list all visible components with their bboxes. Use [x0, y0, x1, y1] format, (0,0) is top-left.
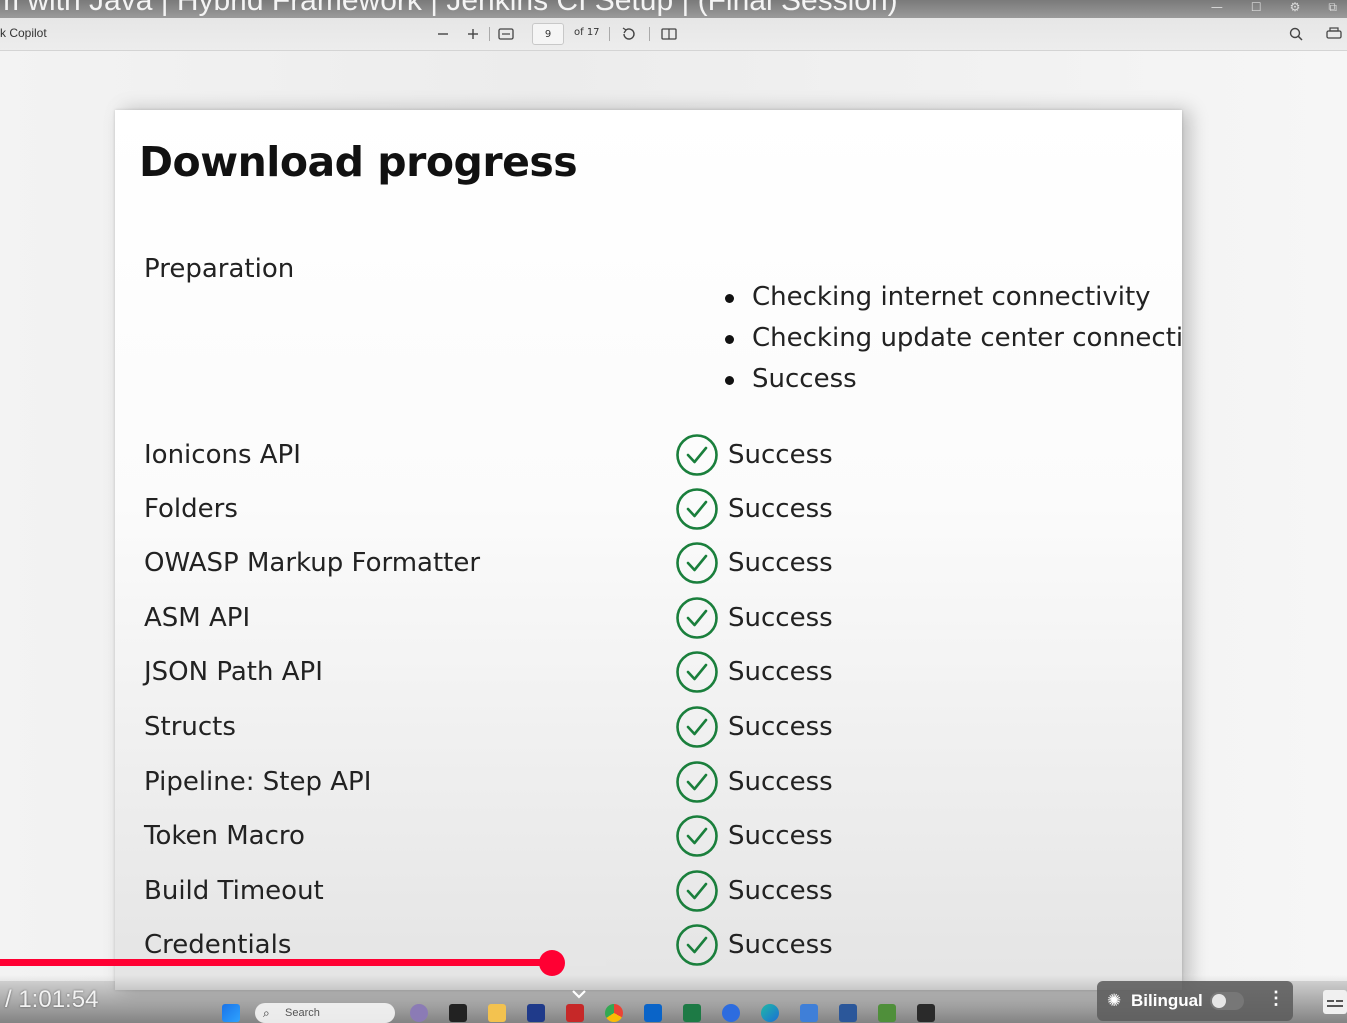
progress-played[interactable] [0, 959, 552, 966]
plugin-row: Ionicons API Success [115, 434, 1182, 486]
page-title: Download progress [139, 138, 578, 186]
plugin-status: Success [728, 603, 833, 633]
page-total: of 17 [574, 27, 600, 38]
plugin-name: JSON Path API [144, 657, 323, 687]
plugin-status: Success [728, 767, 833, 797]
progress-scrubber[interactable] [539, 950, 565, 976]
preparation-steps: Checking internet connectivity Checking … [723, 280, 1182, 403]
toolbar-separator [609, 27, 610, 41]
plugin-name: Folders [144, 494, 238, 524]
pdf-page: Download progress Preparation Checking i… [115, 110, 1182, 990]
plugin-row: Build Timeout Success [115, 870, 1182, 922]
search-label: Search [285, 1007, 320, 1019]
rotate-icon[interactable] [620, 24, 638, 44]
toolbar-separator [489, 27, 490, 41]
plugin-row: Folders Success [115, 488, 1182, 540]
plugin-status: Success [728, 494, 833, 524]
plugin-name: Build Timeout [144, 876, 324, 906]
plugin-name: ASM API [144, 603, 251, 633]
success-check-icon [676, 815, 718, 857]
settings-icon[interactable]: ⚙ [1290, 0, 1301, 15]
plugin-name: Structs [144, 712, 236, 742]
preparation-step: Checking internet connectivity [723, 280, 1182, 321]
notepad-icon[interactable] [800, 1004, 818, 1022]
plugin-status: Success [728, 821, 833, 851]
plugin-row: OWASP Markup Formatter Success [115, 542, 1182, 594]
success-check-icon [676, 870, 718, 912]
plugin-row: Token Macro Success [115, 815, 1182, 867]
plugin-status: Success [728, 876, 833, 906]
app-icon[interactable] [878, 1004, 896, 1022]
excel-icon[interactable] [683, 1004, 701, 1022]
antivirus-icon[interactable] [566, 1004, 584, 1022]
plugin-row: ASM API Success [115, 597, 1182, 649]
plugin-name: Credentials [144, 930, 292, 960]
success-check-icon [676, 597, 718, 639]
copilot-label[interactable]: k Copilot [0, 26, 47, 40]
plugin-name: OWASP Markup Formatter [144, 548, 481, 578]
window-icon[interactable]: ⧉ [1328, 0, 1337, 15]
folder-icon[interactable] [488, 1004, 506, 1022]
terminal-icon[interactable] [917, 1004, 935, 1022]
preparation-step: Success [723, 362, 1182, 403]
print-icon[interactable] [1325, 24, 1343, 44]
search-icon[interactable] [1287, 24, 1305, 44]
page-view-icon[interactable] [660, 24, 678, 44]
zoom-icon[interactable] [722, 1004, 740, 1022]
window-icons: — ☐ ⚙ ⧉ [1211, 0, 1337, 15]
minimize-icon[interactable]: — [1211, 0, 1223, 15]
pdf-toolbar: k Copilot 9 of 17 [0, 18, 1347, 51]
app-icon[interactable] [449, 1004, 467, 1022]
taskbar-apps [410, 1003, 956, 1023]
plugin-status: Success [728, 930, 833, 960]
plugin-name: Ionicons API [144, 440, 301, 470]
success-check-icon [676, 434, 718, 476]
app-icon[interactable] [410, 1004, 428, 1022]
page-number-input[interactable]: 9 [532, 23, 564, 45]
plugin-name: Pipeline: Step API [144, 767, 372, 797]
windows-start-icon[interactable] [222, 1004, 240, 1022]
preparation-step: Checking update center connectivity [723, 321, 1182, 362]
zoom-out-icon[interactable] [436, 24, 450, 44]
zoom-in-icon[interactable] [466, 24, 480, 44]
plugin-status: Success [728, 657, 833, 687]
preparation-label: Preparation [144, 254, 295, 284]
search-icon: ⌕ [263, 1006, 270, 1020]
fit-page-icon[interactable] [497, 24, 515, 44]
success-check-icon [676, 924, 718, 966]
edge-icon[interactable] [761, 1004, 779, 1022]
plugin-row: Pipeline: Step API Success [115, 761, 1182, 813]
success-check-icon [676, 488, 718, 530]
video-title-strip: m with Java | Hybrid Framework | Jenkins… [0, 0, 1347, 18]
toolbar-separator [649, 27, 650, 41]
plugin-row: JSON Path API Success [115, 651, 1182, 703]
plugin-status: Success [728, 440, 833, 470]
taskbar-search[interactable]: ⌕ Search [255, 1003, 395, 1023]
plugin-status: Success [728, 548, 833, 578]
bookmark-icon[interactable]: ☐ [1251, 0, 1262, 15]
plugin-row: Credentials Success [115, 924, 1182, 976]
word-icon[interactable] [839, 1004, 857, 1022]
plugin-row: Structs Success [115, 706, 1182, 758]
app-icon[interactable] [527, 1004, 545, 1022]
success-check-icon [676, 706, 718, 748]
success-check-icon [676, 651, 718, 693]
chrome-icon[interactable] [605, 1004, 623, 1022]
success-check-icon [676, 761, 718, 803]
success-check-icon [676, 542, 718, 584]
video-title: m with Java | Hybrid Framework | Jenkins… [0, 0, 898, 17]
outlook-icon[interactable] [644, 1004, 662, 1022]
plugin-name: Token Macro [144, 821, 305, 851]
plugin-status: Success [728, 712, 833, 742]
